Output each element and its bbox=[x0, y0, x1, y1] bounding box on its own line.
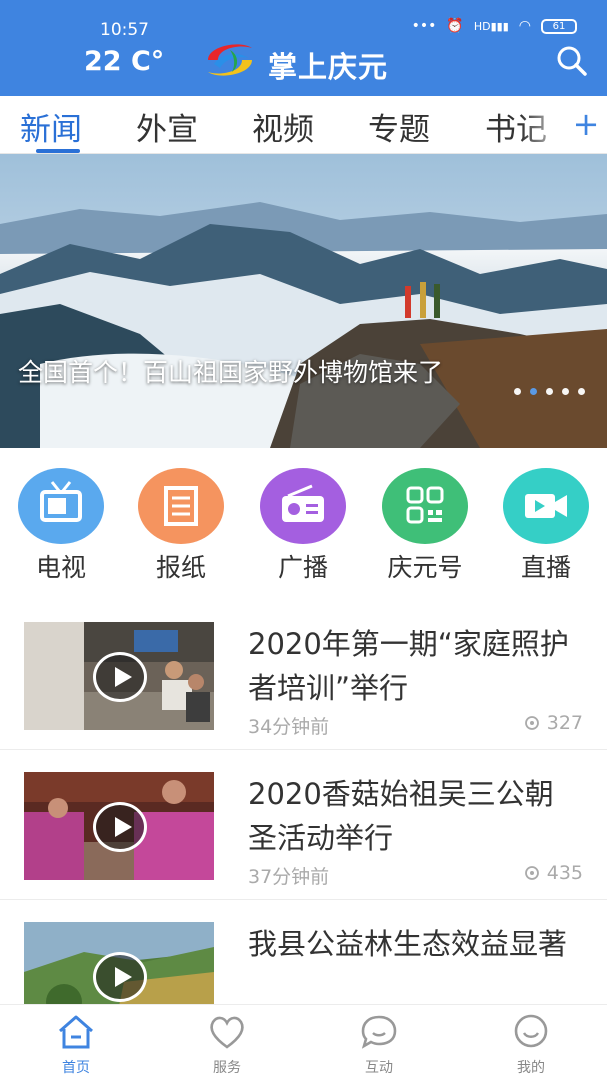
nav-mine-label: 我的 bbox=[517, 1060, 545, 1076]
alarm-icon: ⏰ bbox=[446, 18, 464, 34]
banner-title: 全国首个！百山祖国家野外博物馆来了 bbox=[18, 358, 444, 387]
nav-interaction-label: 互动 bbox=[365, 1060, 393, 1076]
channel-tabs: 新闻 外宣 视频 专题 书记 + bbox=[0, 96, 607, 154]
eye-icon bbox=[524, 866, 539, 880]
news-title: 2020香菇始祖吴三公朝圣活动举行 bbox=[248, 777, 554, 855]
radio-icon bbox=[260, 468, 346, 544]
quick-newspaper-label: 报纸 bbox=[155, 553, 206, 582]
search-icon[interactable] bbox=[555, 44, 589, 78]
nav-mine[interactable]: 我的 bbox=[491, 1011, 571, 1077]
quick-live-label: 直播 bbox=[520, 553, 571, 582]
news-title: 我县公益林生态效益显著 bbox=[248, 927, 568, 961]
tab-topics[interactable]: 专题 bbox=[368, 104, 430, 149]
carousel-dot[interactable] bbox=[514, 388, 521, 395]
more-dots-icon: ••• bbox=[411, 18, 437, 34]
tab-video[interactable]: 视频 bbox=[252, 104, 314, 149]
qrcode-icon bbox=[382, 468, 468, 544]
quick-tv-label: 电视 bbox=[35, 553, 86, 582]
news-time: 37分钟前 bbox=[248, 866, 330, 888]
wifi-icon: ◠ bbox=[518, 18, 531, 34]
nav-service[interactable]: 服务 bbox=[187, 1011, 267, 1077]
eye-icon bbox=[524, 716, 539, 730]
status-time: 10:57 bbox=[100, 20, 149, 40]
quick-entry-grid: 电视 报纸 广播 庆元号 直播 bbox=[0, 468, 607, 588]
hd-label: HD bbox=[473, 19, 491, 33]
news-item[interactable]: 2020年第一期“家庭照护者培训”举行 34分钟前 327 bbox=[0, 600, 607, 750]
carousel-dot-active[interactable] bbox=[530, 388, 537, 395]
chat-icon bbox=[361, 1015, 397, 1049]
quick-newspaper[interactable]: 报纸 bbox=[131, 468, 231, 584]
quick-radio[interactable]: 广播 bbox=[253, 468, 353, 584]
nav-interaction[interactable]: 互动 bbox=[339, 1011, 419, 1077]
news-item[interactable]: 2020香菇始祖吴三公朝圣活动举行 37分钟前 435 bbox=[0, 750, 607, 900]
carousel-dot[interactable] bbox=[562, 388, 569, 395]
news-views: 435 bbox=[523, 862, 583, 884]
weather-temperature[interactable]: 22 C° bbox=[84, 46, 164, 77]
play-icon[interactable] bbox=[93, 802, 147, 852]
banner-carousel[interactable]: 全国首个！百山祖国家野外博物馆来了 bbox=[0, 154, 607, 448]
news-title: 2020年第一期“家庭照护者培训”举行 bbox=[248, 627, 569, 705]
video-camera-icon bbox=[503, 468, 589, 544]
nav-home-label: 首页 bbox=[62, 1060, 90, 1076]
news-view-count: 435 bbox=[546, 862, 583, 884]
banner-image bbox=[0, 154, 607, 448]
play-icon[interactable] bbox=[93, 952, 147, 1002]
tab-active-indicator bbox=[36, 149, 80, 153]
carousel-dot[interactable] bbox=[546, 388, 553, 395]
quick-radio-label: 广播 bbox=[277, 553, 328, 582]
tab-external-publicity[interactable]: 外宣 bbox=[136, 104, 198, 149]
quick-qingyuan-account[interactable]: 庆元号 bbox=[375, 468, 475, 584]
tab-news[interactable]: 新闻 bbox=[20, 104, 82, 149]
battery-icon: 61 bbox=[541, 18, 577, 34]
news-view-count: 327 bbox=[546, 712, 583, 734]
add-channel-button[interactable]: + bbox=[571, 104, 601, 144]
news-views: 327 bbox=[523, 712, 583, 734]
heart-icon bbox=[210, 1016, 244, 1049]
news-thumbnail bbox=[24, 772, 214, 880]
app-header: 10:57 ••• ⏰ HD▮▮▮ ◠ 61 22 C° 掌上庆元 bbox=[0, 0, 607, 96]
app-logo bbox=[208, 44, 252, 76]
home-icon bbox=[59, 1015, 93, 1049]
news-time: 34分钟前 bbox=[248, 716, 330, 738]
carousel-dot[interactable] bbox=[578, 388, 585, 395]
quick-live[interactable]: 直播 bbox=[496, 468, 596, 584]
tab-fade bbox=[521, 96, 571, 153]
nav-home[interactable]: 首页 bbox=[36, 1011, 116, 1077]
quick-qingyuan-label: 庆元号 bbox=[387, 553, 463, 582]
tv-icon bbox=[18, 468, 104, 544]
bottom-navigation: 首页 服务 互动 我的 bbox=[0, 1004, 607, 1080]
status-icons: ••• ⏰ HD▮▮▮ ◠ 61 bbox=[412, 18, 577, 34]
newspaper-icon bbox=[138, 468, 224, 544]
news-thumbnail bbox=[24, 622, 214, 730]
quick-tv[interactable]: 电视 bbox=[11, 468, 111, 584]
smile-icon bbox=[514, 1014, 548, 1048]
nav-service-label: 服务 bbox=[213, 1060, 241, 1076]
carousel-indicator bbox=[514, 388, 585, 395]
signal-icon: HD▮▮▮ bbox=[473, 19, 509, 33]
play-icon[interactable] bbox=[93, 652, 147, 702]
app-title: 掌上庆元 bbox=[268, 50, 389, 84]
